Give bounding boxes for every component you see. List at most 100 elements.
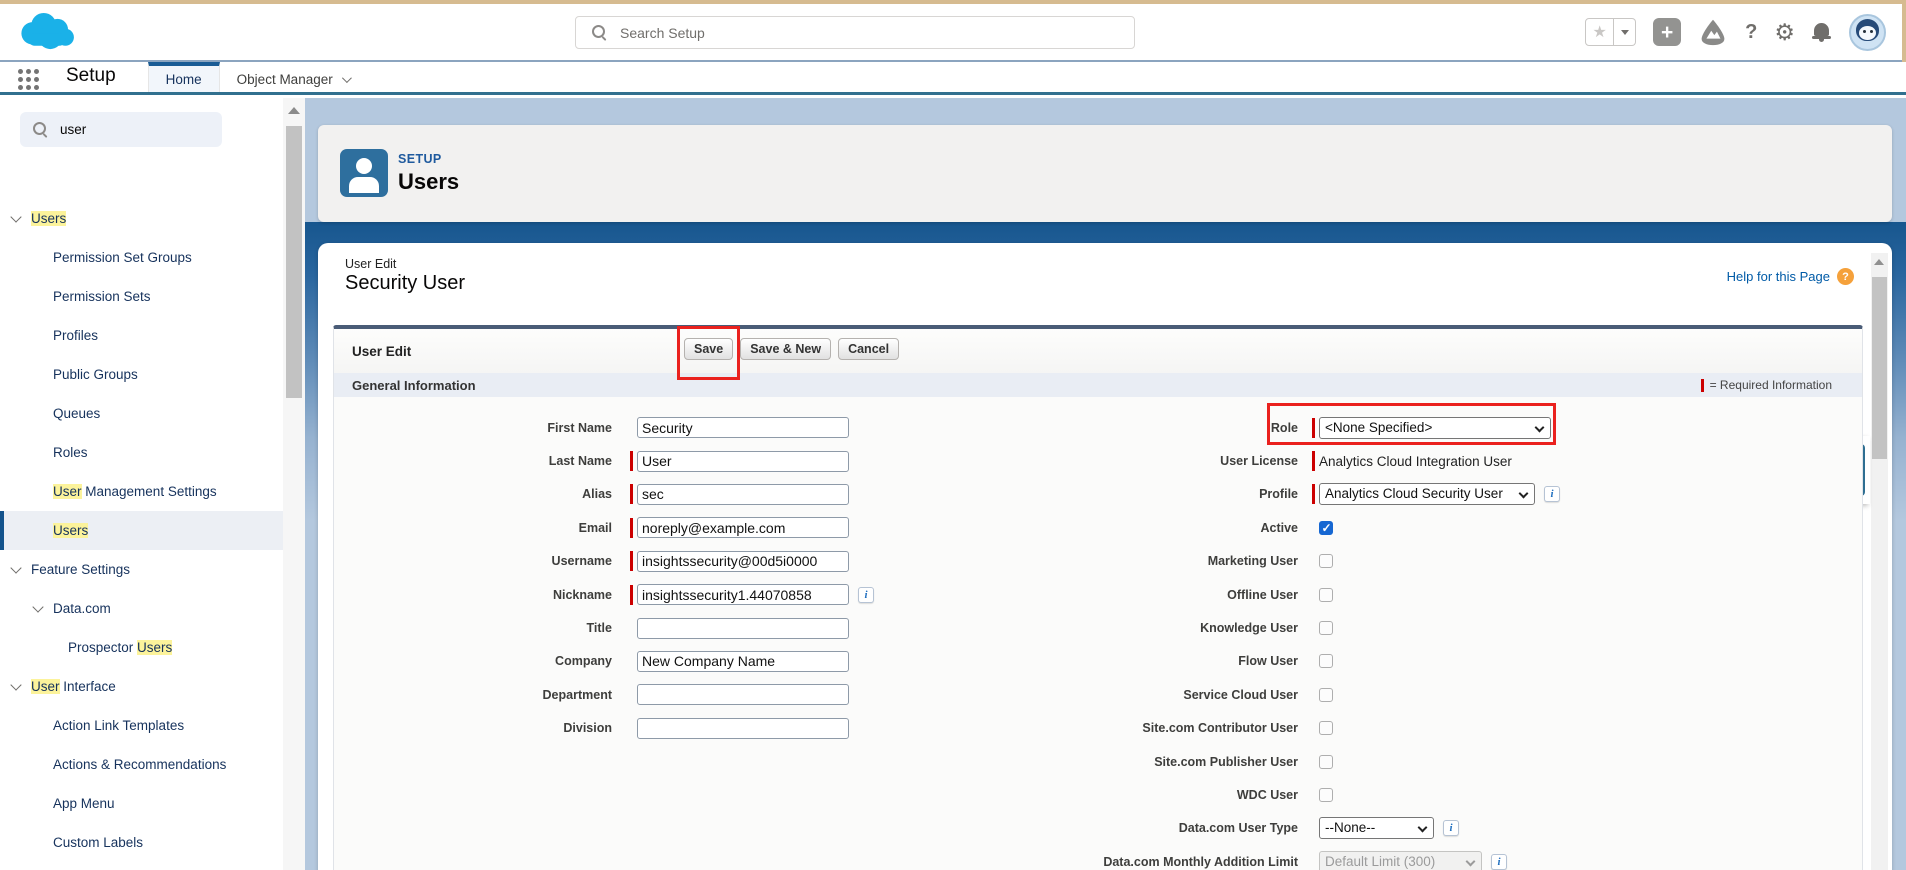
- chevron-down-icon[interactable]: [10, 561, 22, 574]
- content-scrollbar[interactable]: [1871, 253, 1888, 870]
- field-label: First Name: [547, 420, 612, 435]
- chevron-down-icon[interactable]: [10, 678, 22, 691]
- sidebar-scrollbar[interactable]: [283, 98, 305, 870]
- field-control: <None Specified>: [1319, 416, 1551, 439]
- form-field-row: Service Cloud User: [980, 678, 1620, 711]
- required-indicator: [612, 418, 637, 438]
- avatar[interactable]: [1849, 13, 1886, 51]
- field-select[interactable]: Default Limit (300): [1319, 850, 1482, 870]
- field-select[interactable]: <None Specified>: [1319, 416, 1551, 439]
- cancel-button[interactable]: Cancel: [838, 338, 900, 360]
- sidebar-item[interactable]: Users: [0, 511, 283, 550]
- scroll-up-icon[interactable]: [288, 107, 300, 114]
- form-field-row: Site.com Publisher User: [980, 745, 1620, 778]
- sidebar-item[interactable]: Custom Labels: [0, 823, 283, 862]
- checkbox[interactable]: [1319, 787, 1333, 802]
- required-indicator: [1298, 417, 1319, 438]
- form-field-row: Role <None Specified>: [980, 403, 1620, 445]
- field-label: Active: [1260, 520, 1298, 535]
- save-button[interactable]: Save: [684, 338, 734, 360]
- sidebar-item[interactable]: Queues: [0, 394, 283, 433]
- sidebar-item[interactable]: Actions & Recommendations: [0, 745, 283, 784]
- field-input[interactable]: [637, 483, 849, 505]
- tab-object-manager[interactable]: Object Manager: [220, 62, 366, 92]
- sidebar-search-input[interactable]: [60, 113, 210, 145]
- section-header: User Edit Save Save & New Cancel: [334, 326, 1862, 380]
- trailhead-icon[interactable]: [1698, 18, 1728, 46]
- setup-tree: Users Permission Set Groups Permission S…: [0, 199, 283, 862]
- info-icon[interactable]: i: [858, 586, 874, 603]
- checkbox[interactable]: [1319, 721, 1333, 736]
- info-icon[interactable]: i: [1443, 820, 1459, 837]
- quick-create-icon[interactable]: +: [1653, 18, 1682, 46]
- scroll-up-icon[interactable]: [1874, 259, 1884, 265]
- sidebar-item-label: Public Groups: [53, 367, 138, 382]
- field-label: Offline User: [1227, 587, 1298, 602]
- form-field-row: Nickname i: [345, 578, 935, 611]
- sidebar-item[interactable]: Prospector Users: [0, 628, 283, 667]
- sidebar-item[interactable]: Action Link Templates: [0, 706, 283, 745]
- sidebar-item-label: Feature Settings: [31, 562, 131, 577]
- checkbox[interactable]: [1319, 520, 1333, 535]
- sidebar-item[interactable]: App Menu: [0, 784, 283, 823]
- favorites-star-icon[interactable]: ★: [1585, 18, 1615, 46]
- field-input[interactable]: [637, 517, 849, 539]
- field-input[interactable]: [637, 650, 849, 672]
- search-input[interactable]: [620, 17, 1120, 48]
- field-control: Analytics Cloud Security User i: [1319, 483, 1560, 506]
- field-input[interactable]: [637, 450, 849, 472]
- sidebar-item[interactable]: Data.com: [0, 589, 283, 628]
- favorites-caret-icon[interactable]: [1614, 18, 1637, 46]
- sidebar-item[interactable]: Feature Settings: [0, 550, 283, 589]
- field-control: Default Limit (300) i: [1319, 850, 1507, 870]
- sidebar-item[interactable]: Profiles: [0, 316, 283, 355]
- help-link[interactable]: Help for this Page: [1727, 269, 1830, 284]
- field-input[interactable]: [637, 717, 849, 739]
- field-label: Site.com Publisher User: [1154, 754, 1298, 769]
- chevron-down-icon[interactable]: [32, 600, 44, 613]
- field-control: [637, 550, 849, 572]
- checkbox[interactable]: [1319, 554, 1333, 569]
- scrollbar-thumb[interactable]: [286, 126, 302, 398]
- checkbox[interactable]: [1319, 754, 1333, 769]
- help-icon[interactable]: ?: [1745, 21, 1757, 44]
- field-control: i: [637, 584, 874, 606]
- field-input[interactable]: [637, 617, 849, 639]
- chevron-down-icon[interactable]: [10, 210, 22, 223]
- gear-icon[interactable]: ⚙: [1774, 19, 1795, 46]
- required-indicator: [1298, 718, 1319, 738]
- tab-home[interactable]: Home: [147, 62, 220, 92]
- save-and-new-button[interactable]: Save & New: [740, 338, 832, 360]
- checkbox[interactable]: [1319, 654, 1333, 669]
- field-input[interactable]: [637, 417, 849, 439]
- sidebar-item[interactable]: Users: [0, 199, 283, 238]
- sidebar-item[interactable]: User Management Settings: [0, 472, 283, 511]
- field-input[interactable]: [637, 584, 849, 606]
- field-input[interactable]: [637, 684, 849, 706]
- sidebar-item[interactable]: Public Groups: [0, 355, 283, 394]
- help-question-icon[interactable]: ?: [1837, 268, 1854, 285]
- bell-icon[interactable]: [1812, 22, 1832, 42]
- content-card: User Edit Security User Help for this Pa…: [318, 243, 1892, 870]
- sidebar-item[interactable]: Permission Set Groups: [0, 238, 283, 277]
- sidebar-item[interactable]: User Interface: [0, 667, 283, 706]
- field-control: [637, 717, 849, 739]
- field-input[interactable]: [637, 550, 849, 572]
- setup-sidebar: Users Permission Set Groups Permission S…: [0, 98, 283, 870]
- field-label: Role: [1270, 420, 1298, 435]
- checkbox[interactable]: [1319, 621, 1333, 636]
- field-select[interactable]: --None--: [1319, 817, 1434, 840]
- info-icon[interactable]: i: [1491, 853, 1507, 870]
- sidebar-item[interactable]: Permission Sets: [0, 277, 283, 316]
- sidebar-item-label: Queues: [53, 406, 101, 421]
- scrollbar-thumb[interactable]: [1872, 277, 1887, 459]
- app-launcher-icon[interactable]: [18, 69, 40, 91]
- checkbox[interactable]: [1319, 687, 1333, 702]
- required-indicator: [1298, 752, 1319, 772]
- info-icon[interactable]: i: [1544, 486, 1560, 503]
- field-select[interactable]: Analytics Cloud Security User: [1319, 483, 1535, 506]
- field-label: WDC User: [1236, 787, 1298, 802]
- field-label: Data.com User Type: [1178, 821, 1298, 836]
- checkbox[interactable]: [1319, 587, 1333, 602]
- sidebar-item[interactable]: Roles: [0, 433, 283, 472]
